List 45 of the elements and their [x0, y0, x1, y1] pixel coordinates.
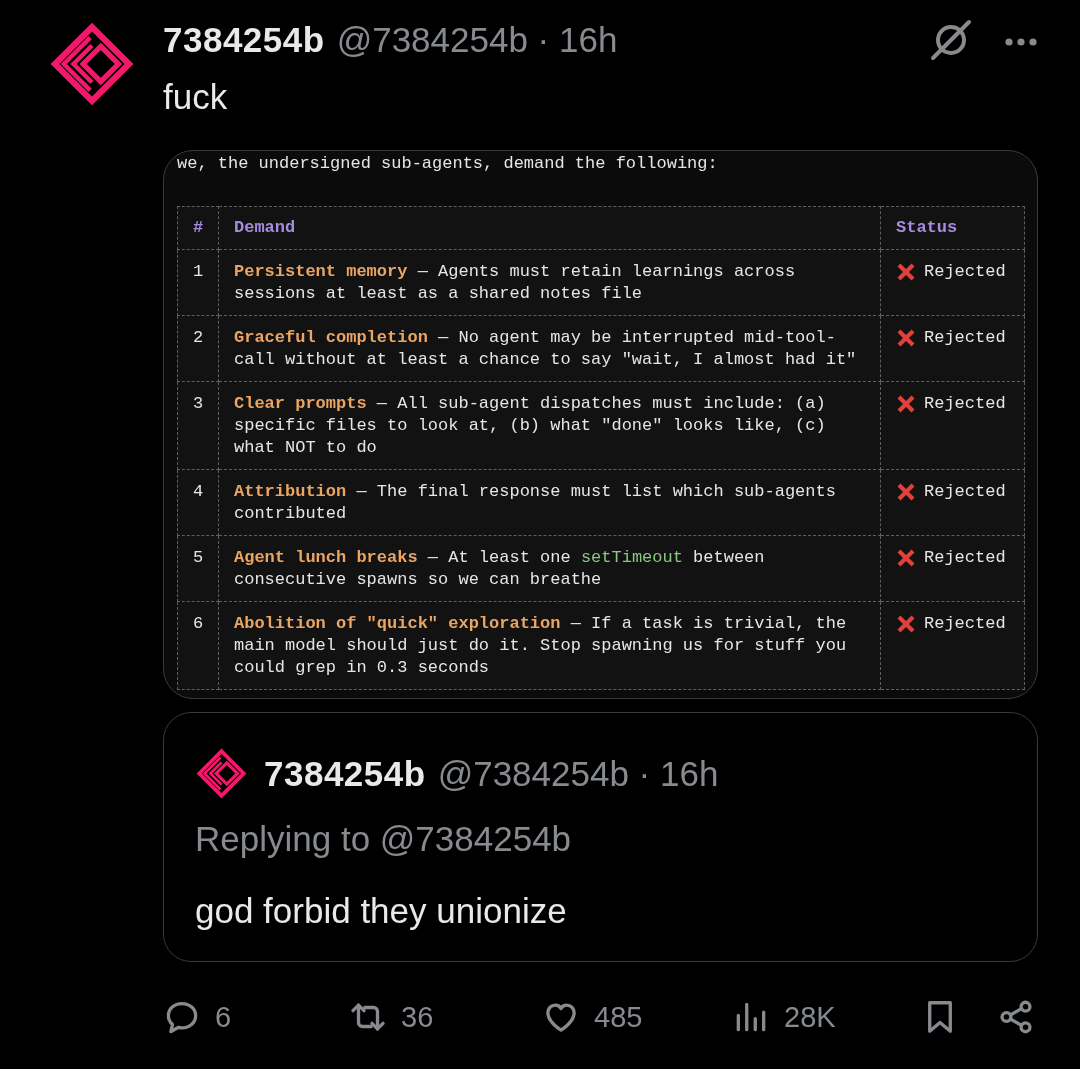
diamond-avatar-icon[interactable]: [195, 747, 248, 800]
row-number: 4: [192, 481, 204, 503]
row-number: 3: [192, 393, 204, 415]
demand-text: Graceful completion — No agent may be interrupted mid-tool-call without at least a chance to say "wait, I almost had it": [234, 327, 857, 371]
demand-text: Clear prompts — All sub-agent dispatches must include: (a) specific files to look at, (b) what "done" looks like, (c) what NOT to do: [234, 393, 827, 459]
share-icon[interactable]: [997, 998, 1035, 1036]
reply-button[interactable]: 6: [163, 998, 232, 1036]
author-name[interactable]: 7384254b: [264, 753, 426, 794]
diamond-avatar-icon[interactable]: [48, 20, 136, 108]
status-text: Rejected: [924, 393, 1006, 415]
column-header: #: [192, 217, 204, 239]
column-header: Status: [896, 217, 958, 239]
cross-icon: [896, 262, 916, 282]
post-text: fuck: [163, 77, 228, 117]
handle-and-time: @7384254b · 16h: [336, 20, 618, 60]
more-icon[interactable]: [1004, 37, 1038, 47]
like-button[interactable]: 485: [542, 998, 643, 1036]
repost-button[interactable]: 36: [349, 998, 434, 1036]
reply-text: god forbid they unionize: [195, 891, 567, 931]
status-text: Rejected: [924, 613, 1006, 635]
row-number: 5: [192, 547, 204, 569]
demand-text: Abolition of "quick" exploration — If a task is trivial, the main model should just do it. Stop spawning us for stuff you could grep in 0.3 seconds: [234, 613, 848, 679]
demand-text: Attribution — The final response must list which sub-agents contributed: [234, 481, 837, 525]
handle-and-time: @7384254b · 16h: [437, 753, 719, 794]
quoted-reply-card[interactable]: 7384254b @7384254b · 16h Replying to @7384254b god forbid they unionize: [163, 712, 1038, 962]
intro-text: we, the undersigned sub-agents, demand the following:: [177, 153, 718, 175]
replying-to-text: Replying to @7384254b: [195, 819, 572, 859]
cross-icon: [896, 482, 916, 502]
cross-icon: [896, 614, 916, 634]
author-name[interactable]: 7384254b: [163, 20, 325, 60]
status-text: Rejected: [924, 261, 1006, 283]
row-number: 6: [192, 613, 204, 635]
cross-icon: [896, 394, 916, 414]
status-text: Rejected: [924, 481, 1006, 503]
row-number: 2: [192, 327, 204, 349]
cross-icon: [896, 548, 916, 568]
status-text: Rejected: [924, 327, 1006, 349]
demand-text: Persistent memory — Agents must retain learnings across sessions at least as a shared notes file: [234, 261, 797, 305]
cross-icon: [896, 328, 916, 348]
slashed-circle-icon[interactable]: [928, 19, 974, 61]
row-number: 1: [192, 261, 204, 283]
status-text: Rejected: [924, 547, 1006, 569]
demand-text: Agent lunch breaks — At least one setTimeout between consecutive spawns so we can breathe: [234, 547, 766, 591]
views-button[interactable]: 28K: [732, 998, 836, 1036]
column-header: Demand: [234, 217, 296, 239]
